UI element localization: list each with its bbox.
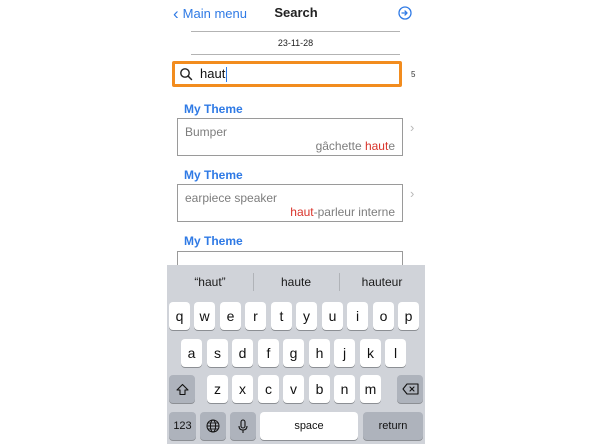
match-highlight: haut <box>364 139 389 153</box>
chevron-right-icon[interactable]: › <box>410 186 414 201</box>
key-b[interactable]: b <box>309 375 330 403</box>
globe-key[interactable] <box>200 412 226 440</box>
chevron-right-icon[interactable]: › <box>410 120 414 135</box>
keyboard: “haut” haute hauteur q w e r t y u i o p… <box>167 265 425 444</box>
result-source: Bumper <box>185 125 228 139</box>
match-highlight: haut <box>290 205 314 219</box>
microphone-icon <box>238 418 248 433</box>
key-i[interactable]: i <box>347 302 368 330</box>
key-w[interactable]: w <box>194 302 215 330</box>
key-o[interactable]: o <box>373 302 394 330</box>
key-d[interactable]: d <box>232 339 253 367</box>
shift-icon <box>175 383 189 395</box>
dictation-key[interactable] <box>230 412 256 440</box>
key-p[interactable]: p <box>398 302 419 330</box>
key-k[interactable]: k <box>360 339 381 367</box>
key-z[interactable]: z <box>207 375 228 403</box>
key-l[interactable]: l <box>385 339 406 367</box>
shift-key[interactable] <box>169 375 195 403</box>
result-card[interactable]: Bumper gâchette haute <box>177 118 403 156</box>
numbers-key[interactable]: 123 <box>169 412 196 440</box>
key-h[interactable]: h <box>309 339 330 367</box>
result-card[interactable]: earpiece speaker haut-parleur interne <box>177 184 403 222</box>
key-q[interactable]: q <box>169 302 190 330</box>
key-x[interactable]: x <box>232 375 253 403</box>
prediction-item[interactable]: “haut” <box>167 275 253 289</box>
key-s[interactable]: s <box>207 339 228 367</box>
key-a[interactable]: a <box>181 339 202 367</box>
key-v[interactable]: v <box>283 375 304 403</box>
result-target: gâchette haute <box>315 139 395 153</box>
result-theme-label: My Theme <box>184 168 243 182</box>
result-theme-label: My Theme <box>184 234 243 248</box>
globe-icon <box>206 419 220 433</box>
key-r[interactable]: r <box>245 302 266 330</box>
prediction-bar: “haut” haute hauteur <box>167 265 425 299</box>
search-value: haut <box>200 66 228 83</box>
nav-bar: ‹ Main menu Search <box>167 0 425 26</box>
prediction-item[interactable]: haute <box>253 275 339 289</box>
key-e[interactable]: e <box>220 302 241 330</box>
circle-arrow-icon[interactable] <box>398 6 412 20</box>
key-c[interactable]: c <box>258 375 279 403</box>
search-icon <box>180 68 193 81</box>
key-m[interactable]: m <box>360 375 381 403</box>
date-row: 23-11-28 <box>191 31 400 55</box>
backspace-icon <box>401 383 419 395</box>
key-t[interactable]: t <box>271 302 292 330</box>
key-u[interactable]: u <box>322 302 343 330</box>
space-key[interactable]: space <box>260 412 358 440</box>
result-card[interactable] <box>177 251 403 265</box>
return-key[interactable]: return <box>363 412 423 440</box>
key-j[interactable]: j <box>334 339 355 367</box>
key-g[interactable]: g <box>283 339 304 367</box>
key-f[interactable]: f <box>258 339 279 367</box>
delete-key[interactable] <box>397 375 423 403</box>
search-input[interactable]: haut <box>172 61 402 87</box>
text-caret <box>226 67 228 83</box>
phone-screen: ‹ Main menu Search 23-11-28 haut 5 My Th… <box>167 0 425 444</box>
result-theme-label: My Theme <box>184 102 243 116</box>
result-target: haut-parleur interne <box>290 205 395 219</box>
result-source: earpiece speaker <box>185 191 278 205</box>
date-label: 23-11-28 <box>277 38 314 48</box>
page-title: Search <box>274 5 318 20</box>
key-n[interactable]: n <box>334 375 355 403</box>
result-count: 5 <box>411 70 416 79</box>
key-y[interactable]: y <box>296 302 317 330</box>
prediction-item[interactable]: hauteur <box>339 275 425 289</box>
